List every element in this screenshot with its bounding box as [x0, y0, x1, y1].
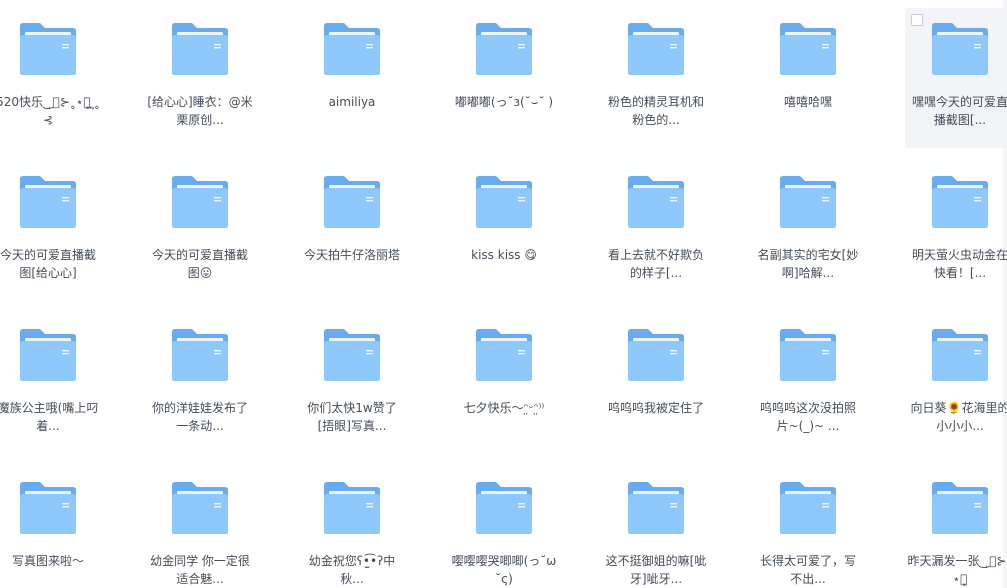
folder-icon — [20, 23, 76, 75]
folder-item[interactable]: 这不挺御姐的嘛[呲牙]呲牙... — [601, 467, 711, 588]
folder-icon — [20, 176, 76, 228]
folder-name: 昨天漏发一张‿̩͙⊱˳⋆͙̥ — [907, 554, 1007, 586]
folder-item[interactable]: 今天的可爱直播截图[给心心] — [0, 161, 103, 301]
folder-name: [给心心]睡衣：@米栗原创... — [147, 95, 253, 127]
folder-name: 这不挺御姐的嘛[呲牙]呲牙... — [605, 554, 707, 586]
folder-name: kiss kiss 😋 — [471, 248, 537, 262]
folder-item[interactable]: 嘿嘿今天的可爱直播截图[... — [905, 8, 1007, 148]
folder-item[interactable]: 你的洋娃娃发布了一条动... — [145, 314, 255, 454]
folder-icon — [932, 176, 988, 228]
folder-name: 嘿嘿今天的可爱直播截图[... — [911, 95, 1007, 127]
folder-icon — [20, 482, 76, 534]
folder-name: 嘻嘻哈嘿 — [783, 95, 832, 109]
folder-item[interactable]: 看上去就不好欺负的样子[... — [601, 161, 711, 301]
folder-icon — [172, 329, 228, 381]
folder-name: 看上去就不好欺负的样子[... — [607, 248, 704, 280]
folder-icon — [932, 329, 988, 381]
folder-item[interactable]: 幼金祝您ʕ•̫͡•ʔ中秋... — [297, 467, 407, 588]
folder-icon — [476, 329, 532, 381]
folder-icon — [780, 329, 836, 381]
folder-item[interactable]: 嘻嘻哈嘿 — [753, 8, 863, 148]
folder-icon — [324, 482, 380, 534]
folder-icon — [324, 176, 380, 228]
folder-item[interactable]: 长得太可爱了，写不出... — [753, 467, 863, 588]
folder-icon — [780, 482, 836, 534]
folder-icon — [20, 329, 76, 381]
folder-icon — [628, 176, 684, 228]
folder-name: 嘤嘤嘤哭唧唧(っ˘ω˘ς) — [451, 554, 557, 586]
folder-item[interactable]: 嘤嘤嘤哭唧唧(っ˘ω˘ς) — [449, 467, 559, 588]
folder-name: 呜呜呜这次没拍照片~(_)~ ... — [759, 401, 856, 433]
folder-item[interactable]: 昨天漏发一张‿̩͙⊱˳⋆͙̥ — [905, 467, 1007, 588]
folder-item[interactable]: 今天拍牛仔洛丽塔 — [297, 161, 407, 301]
folder-item[interactable]: 魔族公主哦(嘴上叼着... — [0, 314, 103, 454]
folder-icon — [324, 329, 380, 381]
folder-name: 520快乐‿̩͙⊱˳⋆͙̥۪۪ ̩͙˳⊰ — [0, 95, 100, 127]
folder-item[interactable]: kiss kiss 😋 — [449, 161, 559, 301]
folder-icon — [172, 176, 228, 228]
folder-name: 七夕快乐～ᵔ̤ᵕᵔ̤⁾⁾ — [463, 401, 545, 415]
folder-item[interactable]: [给心心]睡衣：@米栗原创... — [145, 8, 255, 148]
folder-icon — [476, 482, 532, 534]
folder-name: 你们太快1w赞了[捂眼]写真... — [307, 401, 397, 433]
folder-name: 幼金同学 你一定很适合魅... — [150, 554, 250, 586]
select-checkbox[interactable] — [911, 14, 923, 26]
folder-item[interactable]: 今天的可爱直播截图😛 — [145, 161, 255, 301]
folder-item[interactable]: 呜呜呜这次没拍照片~(_)~ ... — [753, 314, 863, 454]
folder-item[interactable]: 你们太快1w赞了[捂眼]写真... — [297, 314, 407, 454]
folder-icon — [780, 23, 836, 75]
folder-icon — [932, 482, 988, 534]
folder-icon — [780, 176, 836, 228]
folder-item[interactable]: 明天萤火虫动金在快看！[... — [905, 161, 1007, 301]
folder-name: 魔族公主哦(嘴上叼着... — [0, 401, 99, 433]
folder-icon — [476, 23, 532, 75]
folder-item[interactable]: 七夕快乐～ᵔ̤ᵕᵔ̤⁾⁾ — [449, 314, 559, 454]
folder-item[interactable]: 粉色的精灵耳机和粉色的... — [601, 8, 711, 148]
folder-item[interactable]: 幼金同学 你一定很适合魅... — [145, 467, 255, 588]
folder-icon — [628, 482, 684, 534]
folder-name: 粉色的精灵耳机和粉色的... — [607, 95, 704, 127]
folder-name: 你的洋娃娃发布了一条动... — [151, 401, 248, 433]
folder-icon — [172, 23, 228, 75]
folder-name: 今天的可爱直播截图[给心心] — [0, 248, 96, 280]
folder-item[interactable]: 写真图来啦～ — [0, 467, 103, 588]
folder-name: aimiliya — [328, 95, 376, 109]
folder-item[interactable]: 名副其实的宅女[妙啊]哈解... — [753, 161, 863, 301]
folder-name: 名副其实的宅女[妙啊]哈解... — [757, 248, 859, 280]
folder-name: 明天萤火虫动金在快看！[... — [911, 248, 1007, 280]
folder-name: 今天拍牛仔洛丽塔 — [303, 248, 400, 262]
folder-name: 今天的可爱直播截图😛 — [151, 248, 248, 280]
folder-icon — [628, 23, 684, 75]
folder-item[interactable]: 呜呜呜我被定住了 — [601, 314, 711, 454]
folder-icon — [476, 176, 532, 228]
folder-name: 呜呜呜我被定住了 — [607, 401, 704, 415]
folder-name: 长得太可爱了，写不出... — [759, 554, 856, 586]
folder-item[interactable]: 向日葵🌻花海里的小小小... — [905, 314, 1007, 454]
folder-icon — [324, 23, 380, 75]
folder-item[interactable]: 嘟嘟嘟(っ˘з(˘⌣˘ ) — [449, 8, 559, 148]
folder-name: 嘟嘟嘟(っ˘з(˘⌣˘ ) — [454, 95, 554, 109]
folder-item[interactable]: 520快乐‿̩͙⊱˳⋆͙̥۪۪ ̩͙˳⊰ — [0, 8, 103, 148]
folder-icon — [172, 482, 228, 534]
folder-item[interactable]: aimiliya — [297, 8, 407, 148]
folder-icon — [628, 329, 684, 381]
folder-name: 写真图来啦～ — [11, 554, 84, 568]
folder-name: 向日葵🌻花海里的小小小... — [910, 401, 1007, 433]
folder-name: 幼金祝您ʕ•̫͡•ʔ中秋... — [308, 554, 396, 586]
folder-icon — [932, 23, 988, 75]
folder-grid: 520快乐‿̩͙⊱˳⋆͙̥۪۪ ̩͙˳⊰ [给心心]睡衣：@米栗原创... aimi… — [0, 0, 1007, 588]
